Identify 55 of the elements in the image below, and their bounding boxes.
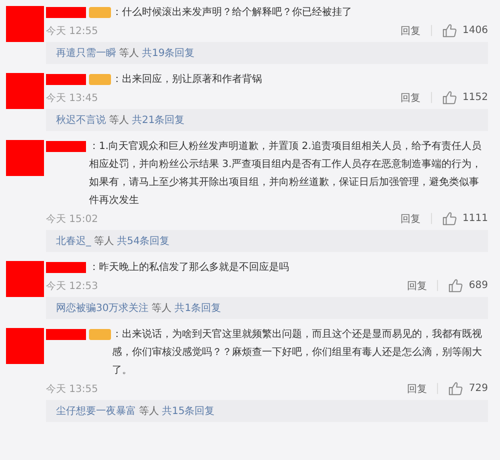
replies-panel[interactable]: 网恋被骗30万求关注 等人 共1条回复 [46,297,488,319]
reply-link[interactable]: 回复 [400,212,421,226]
others-label: 等人 [139,405,159,418]
like-count: 1406 [462,25,488,36]
reply-count-link[interactable]: 共1条回复 [174,301,222,315]
redaction-mark [6,73,44,109]
redaction-mark [46,262,86,273]
thumbs-up-icon[interactable] [442,23,457,38]
reply-usernames[interactable]: 尘仔想要一夜暴富 [56,404,136,418]
redaction-mark [46,141,86,152]
comment-time: 今天 15:02 [46,212,98,226]
reply-count-link[interactable]: 共15条回复 [162,404,215,418]
others-label: 等人 [94,235,114,248]
reply-usernames[interactable]: 再遣只需一瞬 [56,46,116,60]
redaction-mark [46,329,86,340]
replies-panel[interactable]: 北春迟_ 等人 共54条回复 [46,230,488,252]
reply-link[interactable]: 回复 [400,90,421,104]
thumbs-up-icon[interactable] [448,278,463,293]
reply-usernames[interactable]: 北春迟_ [56,234,91,248]
like-count: 1111 [462,213,488,224]
reply-usernames[interactable]: 秋迟不言说 [56,113,106,127]
comment-time: 今天 12:55 [46,24,98,38]
reply-count-link[interactable]: 共21条回复 [132,113,185,127]
like-count: 1152 [462,92,488,103]
redaction-mark [6,328,44,364]
others-label: 等人 [109,114,129,127]
comment-text: ：出来说话，为啥到天官这里就频繁出问题，而且这个还是显而易见的，我都有既视感，你们审核没感觉吗？？麻烦查一下好吧，你们组里有毒人还是怎么滴，别等闹大了。 [112,328,483,378]
reply-count-link[interactable]: 共54条回复 [117,234,170,248]
reply-link[interactable]: 回复 [406,382,427,396]
comment-time: 今天 13:45 [46,92,98,104]
like-count: 729 [468,383,488,394]
thumbs-up-icon[interactable] [442,90,457,105]
replies-panel[interactable]: 秋迟不言说 等人 共21条回复 [46,109,488,131]
comment-text: ：1.向天官观众和巨人粉丝发声明道歉，并置顶 2.追责项目组相关人员，给予有责任人员相应处罚，并向粉丝公示结果 3.严查项目组内是否有工作人员存在恶意制造事端的行为，如果有，请马上至少将其开除出项目组，并向粉丝道歉，保证日后加强管理，避免类似事件再次发生 [89,140,483,208]
redaction-mark [6,261,44,297]
comment-text: ：昨天晚上的私信发了那么多就是不回应是吗 [89,260,290,275]
comment-text: ：出来回应，别让原著和作者背锅 [112,72,263,87]
comment-time: 今天 13:55 [46,382,98,396]
reply-count-link[interactable]: 共19条回复 [142,46,195,60]
others-label: 等人 [152,302,172,315]
replies-panel[interactable]: 尘仔想要一夜暴富 等人 共15条回复 [46,400,488,422]
others-label: 等人 [119,47,139,60]
redaction-mark [46,74,86,85]
like-count: 689 [468,280,488,291]
comment-text: ：什么时候滚出来发声明？给个解释吧？你已经被挂了 [112,6,353,20]
redaction-mark [6,6,44,42]
thumbs-up-icon[interactable] [442,211,457,226]
reply-link[interactable]: 回复 [406,278,427,292]
reply-usernames[interactable]: 网恋被骗30万求关注 [56,301,149,315]
thumbs-up-icon[interactable] [448,381,463,396]
redaction-mark [46,7,86,18]
reply-link[interactable]: 回复 [400,24,421,38]
replies-panel[interactable]: 再遣只需一瞬 等人 共19条回复 [46,42,488,64]
redaction-mark [6,140,44,176]
comment-time: 今天 12:53 [46,280,98,292]
